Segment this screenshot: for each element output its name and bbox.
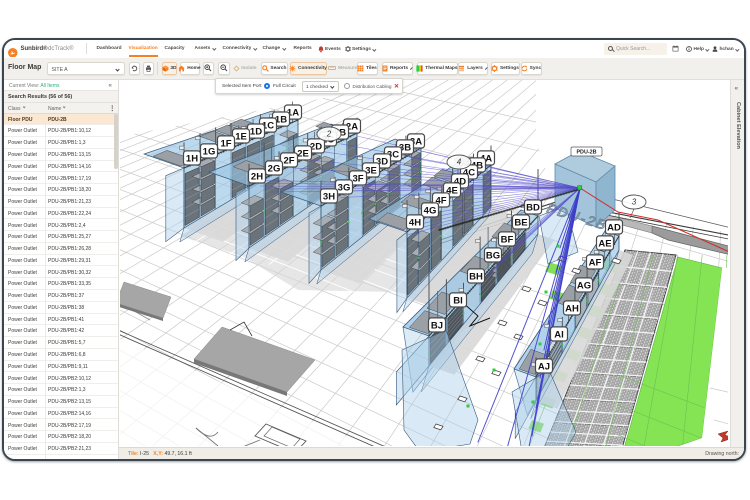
- svg-text:4H: 4H: [409, 217, 421, 228]
- svg-text:BD: BD: [526, 202, 540, 213]
- svg-text:BG: BG: [486, 250, 500, 261]
- svg-text:1G: 1G: [203, 146, 216, 157]
- svg-text:AI: AI: [554, 329, 564, 340]
- svg-text:2H: 2H: [251, 171, 263, 182]
- svg-text:4G: 4G: [424, 205, 437, 216]
- svg-text:2G: 2G: [268, 163, 281, 174]
- svg-text:PDU-2B: PDU-2B: [576, 150, 596, 156]
- svg-text:AG: AG: [577, 280, 591, 291]
- svg-text:3H: 3H: [323, 191, 335, 202]
- svg-text:3: 3: [632, 198, 637, 207]
- svg-text:1E: 1E: [235, 131, 247, 142]
- svg-text:1D: 1D: [250, 126, 262, 137]
- svg-text:1F: 1F: [220, 138, 231, 149]
- svg-text:BF: BF: [501, 234, 514, 245]
- svg-text:BJ: BJ: [431, 320, 443, 331]
- svg-text:2F: 2F: [283, 155, 294, 166]
- svg-text:4: 4: [457, 158, 462, 167]
- svg-text:BE: BE: [514, 217, 527, 228]
- svg-text:AH: AH: [565, 303, 579, 314]
- svg-text:3G: 3G: [338, 182, 351, 193]
- svg-text:3F: 3F: [352, 173, 363, 184]
- svg-text:2E: 2E: [297, 148, 309, 159]
- svg-text:AE: AE: [598, 238, 611, 249]
- svg-text:BI: BI: [453, 295, 463, 306]
- svg-text:AF: AF: [589, 257, 602, 268]
- svg-text:BH: BH: [469, 271, 483, 282]
- svg-text:2: 2: [326, 130, 332, 139]
- svg-text:AD: AD: [607, 222, 621, 233]
- svg-text:AJ: AJ: [538, 361, 550, 372]
- svg-text:1H: 1H: [186, 153, 198, 164]
